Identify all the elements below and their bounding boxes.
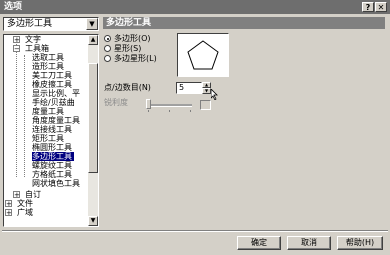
radio-star[interactable]: 星形(S) [104, 44, 141, 54]
sharpness-slider[interactable] [146, 99, 151, 109]
tree-item-tool-selected[interactable]: 多边形工具 [32, 152, 74, 161]
tree-item-tool[interactable]: 选取工具 [32, 53, 64, 62]
tree-item-tool[interactable]: 橡皮擦工具 [32, 80, 72, 89]
scroll-up-icon[interactable]: ▲ [88, 35, 98, 45]
tree-item-label: 广域 [17, 208, 33, 217]
scrollbar-thumb[interactable] [88, 63, 98, 173]
tree-item-tool[interactable]: 度量工具 [32, 107, 64, 116]
section-title: 多边形工具 [103, 17, 385, 29]
tree-item-label: 文字 [25, 35, 41, 44]
shape-preview [177, 33, 229, 77]
window-title: 选项 [4, 2, 23, 12]
tree-item-label: 自订 [25, 190, 41, 199]
tree-item-tool[interactable]: 美工刀工具 [32, 71, 72, 80]
expand-icon[interactable]: + [13, 191, 20, 199]
radio-off-icon [104, 55, 111, 62]
divider [2, 230, 388, 232]
radio-polygon[interactable]: 多边形(O) [104, 34, 151, 44]
points-label: 点/边数目(N) [104, 83, 151, 92]
tree-item-tool[interactable]: 角度度量工具 [32, 116, 80, 125]
tree-item-label: 文件 [17, 199, 33, 208]
help-title-button[interactable]: ? [362, 2, 374, 12]
expand-icon[interactable]: + [13, 36, 20, 44]
slider-tick [148, 110, 149, 112]
ok-button[interactable]: 确定 [237, 236, 281, 250]
sharpness-slider-track [146, 104, 192, 107]
tree-item-tool[interactable]: 造形工具 [32, 62, 64, 71]
cancel-button[interactable]: 取消 [287, 236, 331, 250]
spin-down-icon[interactable]: ▼ [202, 88, 211, 94]
mouse-cursor-icon [211, 89, 218, 100]
sharpness-value-box [200, 100, 211, 110]
tree-item-tool[interactable]: 显示比例、平 [32, 89, 80, 98]
pentagon-icon [187, 40, 219, 70]
expand-icon[interactable]: + [5, 200, 12, 208]
tree-item-tool[interactable]: 网状填色工具 [32, 179, 80, 188]
title-bar: 选项 ? ✕ [0, 0, 390, 14]
chevron-down-icon[interactable]: ▼ [86, 18, 98, 30]
tree-item-tool[interactable]: 矩形工具 [32, 134, 64, 143]
category-combo[interactable]: 多边形工具 ▼ [3, 17, 99, 31]
close-title-button[interactable]: ✕ [375, 2, 387, 12]
slider-tick [169, 110, 170, 112]
tree-scrollbar[interactable]: ▲ ▼ [88, 35, 98, 226]
tree-item-tool[interactable]: 椭圆形工具 [32, 143, 72, 152]
slider-tick [190, 110, 191, 112]
radio-polygon-star[interactable]: 多边星形(L) [104, 54, 157, 64]
points-stepper[interactable]: ▲ ▼ [202, 82, 211, 94]
expand-icon[interactable]: + [5, 209, 12, 217]
options-tree[interactable]: + 文字 − 工具箱 选取工具 造形工具 美工刀工具 橡皮擦工具 显示比例、平 … [3, 34, 99, 227]
sharpness-label: 锐利度 [104, 98, 128, 107]
collapse-icon[interactable]: − [13, 45, 20, 53]
radio-label: 多边星形(L) [114, 54, 157, 63]
left-panel: 多边形工具 ▼ + 文字 − 工具箱 选取工具 造形工具 美工刀工具 橡皮擦工具… [3, 17, 99, 227]
scroll-down-icon[interactable]: ▼ [88, 216, 98, 226]
tree-item-tool[interactable]: 方格纸工具 [32, 170, 72, 179]
points-input[interactable]: 5 [176, 82, 202, 94]
tree-item-tool[interactable]: 连接线工具 [32, 125, 72, 134]
tree-item-tool[interactable]: 螺旋纹工具 [32, 161, 72, 170]
tree-item-tool[interactable]: 手绘/贝兹曲 [32, 98, 75, 107]
radio-label: 星形(S) [114, 44, 142, 53]
category-combo-value: 多边形工具 [7, 19, 53, 29]
help-button[interactable]: 帮助(H) [337, 236, 383, 250]
radio-label: 多边形(O) [114, 34, 151, 43]
tree-item-label: 工具箱 [25, 44, 49, 53]
radio-on-icon [104, 35, 111, 42]
radio-off-icon [104, 45, 111, 52]
